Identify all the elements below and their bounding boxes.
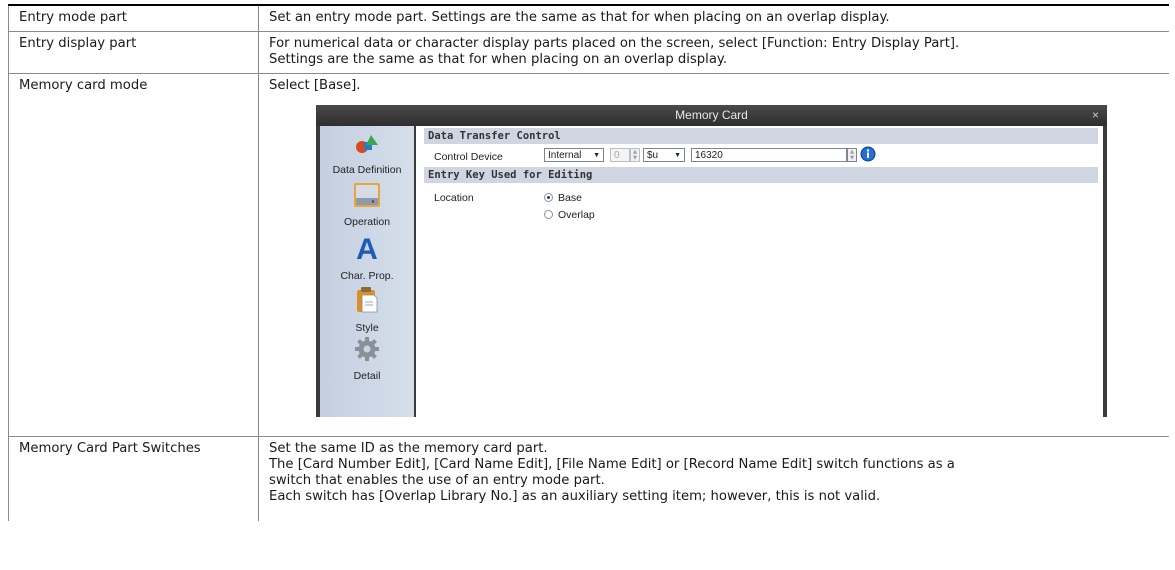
dialog-sidebar: Data Definition Operation A Char. Prop. …: [320, 126, 414, 417]
sidebar-item-label: Operation: [343, 216, 391, 228]
sidebar-item-label: Data Definition: [332, 164, 402, 176]
row-description: Set an entry mode part. Settings are the…: [259, 6, 1169, 31]
data-definition-icon: [356, 135, 378, 153]
desc-line: Settings are the same as that for when p…: [269, 52, 728, 67]
style-icon: [357, 287, 378, 313]
sidebar-item-label: Style: [355, 322, 379, 334]
row-description: Set the same ID as the memory card part.…: [259, 437, 1169, 521]
section-header-entry-key: Entry Key Used for Editing: [424, 167, 1098, 183]
control-device-label: Control Device: [434, 151, 503, 163]
location-label: Location: [434, 192, 474, 204]
table-row: Entry mode part Set an entry mode part. …: [8, 6, 1169, 32]
row-name: Memory card mode: [8, 74, 259, 436]
desc-line: For numerical data or character display …: [269, 36, 960, 51]
row-description: Select [Base]. Memory Card × Data Defini…: [259, 74, 1169, 436]
row-name: Entry display part: [8, 32, 259, 73]
svg-text:A: A: [356, 234, 378, 262]
radio-label: Base: [558, 192, 582, 204]
device-type-select[interactable]: Internal ▼: [544, 148, 604, 162]
row-name: Memory Card Part Switches: [8, 437, 259, 521]
sidebar-item-operation[interactable]: Operation: [320, 182, 414, 230]
radio-unselected-icon: [544, 210, 553, 219]
desc-line: Select [Base].: [269, 78, 361, 93]
desc-line: switch that enables the use of an entry …: [269, 473, 605, 488]
address-spin-icon[interactable]: ▲ ▼: [847, 148, 857, 162]
device-select[interactable]: $u ▼: [643, 148, 685, 162]
desc-line: Each switch has [Overlap Library No.] as…: [269, 489, 881, 504]
table-row: Memory Card Part Switches Set the same I…: [8, 437, 1169, 521]
radio-selected-icon: [544, 193, 553, 202]
sidebar-item-label: Char. Prop.: [340, 270, 394, 282]
location-radio-overlap[interactable]: Overlap: [544, 207, 595, 223]
info-icon[interactable]: [860, 146, 876, 162]
desc-line: The [Card Number Edit], [Card Name Edit]…: [269, 457, 955, 472]
operation-icon: [354, 183, 380, 207]
desc-line: Set the same ID as the memory card part.: [269, 441, 548, 456]
desc-line: Set an entry mode part. Settings are the…: [269, 10, 890, 25]
settings-table: Entry mode part Set an entry mode part. …: [8, 4, 1169, 521]
close-icon[interactable]: ×: [1092, 105, 1099, 126]
char-prop-icon: A: [356, 233, 378, 266]
device-type-value: Internal: [548, 150, 582, 161]
sidebar-item-style[interactable]: Style: [320, 286, 414, 336]
memory-card-dialog-screenshot: Memory Card × Data Definition Operation …: [316, 105, 1107, 417]
station-input[interactable]: 0: [610, 148, 630, 162]
sidebar-item-char-prop[interactable]: A Char. Prop.: [320, 233, 414, 284]
dialog-title-bar: Memory Card ×: [316, 105, 1107, 126]
station-spin-icon[interactable]: ▲ ▼: [630, 148, 640, 162]
address-input[interactable]: 16320: [691, 148, 847, 162]
dialog-content: Data Transfer Control Control Device Int…: [416, 126, 1103, 417]
row-description: For numerical data or character display …: [259, 32, 1169, 73]
chevron-down-icon: ▼: [593, 152, 600, 159]
device-value: $u: [647, 150, 659, 161]
table-row: Entry display part For numerical data or…: [8, 32, 1169, 74]
table-row: Memory card mode Select [Base]. Memory C…: [8, 74, 1169, 437]
sidebar-item-label: Detail: [353, 370, 381, 382]
location-radio-base[interactable]: Base: [544, 190, 582, 206]
sidebar-item-detail[interactable]: Detail: [320, 336, 414, 384]
section-header-data-transfer: Data Transfer Control: [424, 128, 1098, 144]
radio-label: Overlap: [558, 209, 595, 221]
chevron-down-icon: ▼: [674, 152, 681, 159]
dialog-title: Memory Card: [675, 108, 748, 122]
row-name: Entry mode part: [8, 6, 259, 31]
sidebar-item-data-definition[interactable]: Data Definition: [320, 132, 414, 178]
detail-icon: [355, 337, 379, 361]
